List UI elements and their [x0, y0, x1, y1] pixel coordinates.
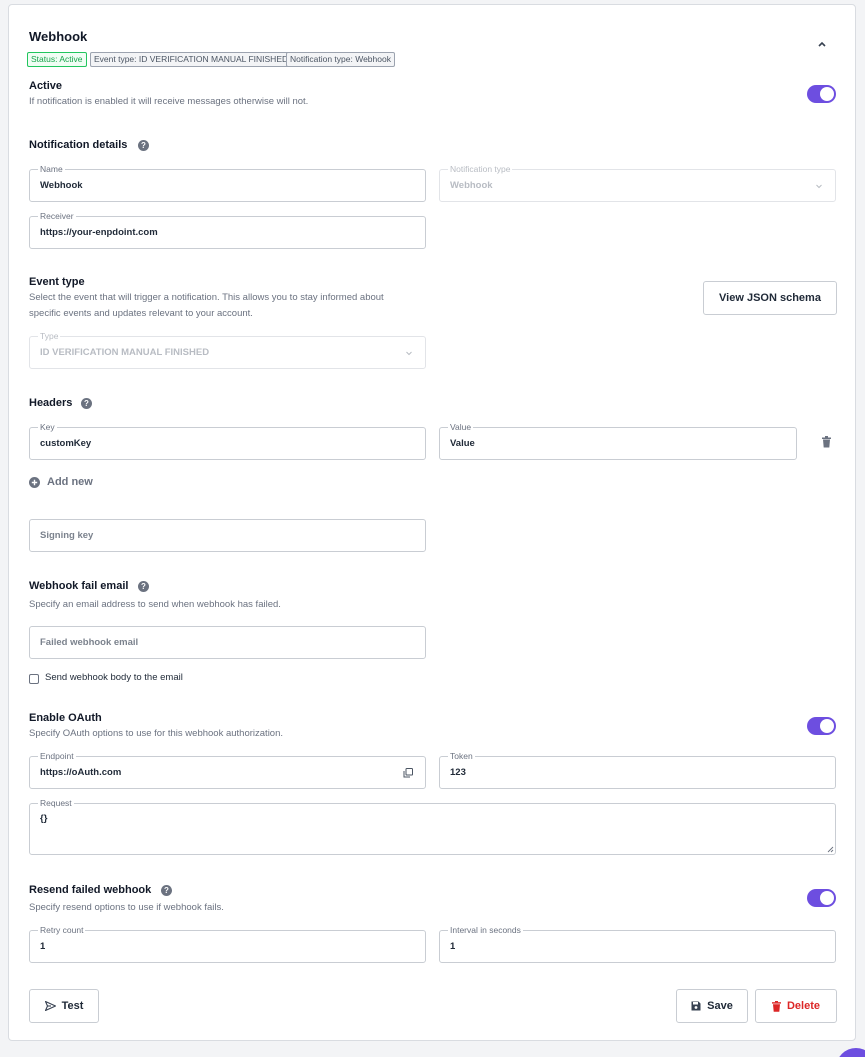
copy-icon[interactable]	[403, 768, 413, 778]
event-type-badge: Event type: ID VERIFICATION MANUAL FINIS…	[90, 52, 293, 67]
oauth-endpoint-label: Endpoint	[38, 751, 76, 762]
save-label: Save	[707, 1000, 733, 1012]
active-toggle[interactable]	[807, 85, 836, 103]
event-type-value: ID VERIFICATION MANUAL FINISHED	[40, 347, 210, 358]
oauth-toggle[interactable]	[807, 717, 836, 735]
trash-icon[interactable]	[821, 436, 832, 448]
oauth-request-value: {}	[40, 813, 48, 824]
retry-count-field[interactable]: Retry count 1	[29, 925, 426, 963]
event-type-select: Type ID VERIFICATION MANUAL FINISHED	[29, 331, 426, 369]
oauth-request-textarea[interactable]: Request {}	[29, 798, 836, 855]
receiver-label: Receiver	[38, 211, 76, 222]
oauth-description: Specify OAuth options to use for this we…	[29, 728, 284, 739]
notification-type-value: Webhook	[450, 180, 493, 191]
event-type-description-line1: Select the event that will trigger a not…	[29, 292, 384, 303]
oauth-token-field[interactable]: Token 123	[439, 751, 836, 789]
headers-title: Headers	[29, 397, 73, 409]
oauth-endpoint-value: https://oAuth.com	[40, 767, 122, 778]
add-new-header-button[interactable]: Add new	[29, 476, 93, 488]
receiver-value: https://your-enpdoint.com	[40, 227, 158, 238]
interval-seconds-label: Interval in seconds	[448, 925, 523, 936]
resize-handle-icon[interactable]	[826, 845, 834, 853]
fail-email-title: Webhook fail email	[29, 580, 129, 592]
signing-key-input[interactable]: Signing key	[29, 519, 426, 552]
active-title: Active	[29, 80, 63, 92]
save-button[interactable]: Save	[676, 989, 748, 1023]
test-button[interactable]: Test	[29, 989, 99, 1023]
oauth-request-label: Request	[38, 798, 74, 809]
chevron-down-icon	[816, 184, 822, 189]
retry-count-value: 1	[40, 941, 46, 952]
help-icon[interactable]: ?	[161, 885, 172, 896]
header-value-value: Value	[450, 438, 475, 449]
resend-description: Specify resend options to use if webhook…	[29, 902, 224, 913]
status-badge: Status: Active	[27, 52, 87, 67]
header-value-label: Value	[448, 422, 474, 433]
send-body-checkbox[interactable]	[29, 674, 39, 684]
help-icon[interactable]: ?	[138, 140, 149, 151]
notification-type-badge: Notification type: Webhook	[286, 52, 395, 67]
webhook-card: Webhook Status: Active Event type: ID VE…	[8, 4, 856, 1041]
interval-seconds-field[interactable]: Interval in seconds 1	[439, 925, 836, 963]
send-icon	[44, 1001, 56, 1011]
fail-email-description: Specify an email address to send when we…	[29, 599, 281, 610]
delete-label: Delete	[786, 1000, 821, 1012]
oauth-endpoint-field[interactable]: Endpoint https://oAuth.com	[29, 751, 426, 789]
chat-launcher-button[interactable]	[836, 1048, 865, 1057]
interval-seconds-value: 1	[450, 941, 456, 952]
add-new-label: Add new	[47, 476, 93, 488]
delete-button[interactable]: Delete	[755, 989, 837, 1023]
name-value: Webhook	[40, 180, 83, 191]
chevron-up-icon[interactable]	[815, 37, 829, 51]
view-json-schema-button[interactable]: View JSON schema	[703, 281, 837, 315]
signing-key-placeholder: Signing key	[40, 530, 94, 541]
event-type-title: Event type	[29, 276, 85, 288]
help-icon[interactable]: ?	[138, 581, 149, 592]
name-field[interactable]: Name Webhook	[29, 164, 426, 202]
test-label: Test	[61, 1000, 84, 1012]
send-body-checkbox-label: Send webhook body to the email	[45, 672, 183, 683]
card-title: Webhook	[29, 29, 88, 44]
header-key-field[interactable]: Key customKey	[29, 422, 426, 460]
notification-type-label: Notification type	[448, 164, 513, 175]
event-type-label: Type	[38, 331, 61, 342]
header-key-label: Key	[38, 422, 57, 433]
resend-toggle[interactable]	[807, 889, 836, 907]
save-icon	[691, 1001, 701, 1011]
oauth-token-value: 123	[450, 767, 466, 778]
notification-details-title: Notification details	[29, 139, 128, 151]
chevron-down-icon	[406, 351, 412, 356]
resend-title: Resend failed webhook	[29, 884, 152, 896]
header-key-value: customKey	[40, 438, 92, 449]
notification-type-select: Notification type Webhook	[439, 164, 836, 202]
receiver-field[interactable]: Receiver https://your-enpdoint.com	[29, 211, 426, 249]
name-label: Name	[38, 164, 65, 175]
oauth-title: Enable OAuth	[29, 712, 102, 724]
failed-webhook-email-input[interactable]: Failed webhook email	[29, 626, 426, 659]
trash-icon	[771, 1000, 781, 1012]
failed-webhook-email-placeholder: Failed webhook email	[40, 637, 139, 648]
help-icon[interactable]: ?	[81, 398, 92, 409]
event-type-description-line2: specific events and updates relevant to …	[29, 308, 253, 319]
oauth-token-label: Token	[448, 751, 475, 762]
header-value-field[interactable]: Value Value	[439, 422, 797, 460]
active-description: If notification is enabled it will recei…	[29, 96, 309, 107]
retry-count-label: Retry count	[38, 925, 86, 936]
plus-circle-icon	[29, 476, 40, 488]
